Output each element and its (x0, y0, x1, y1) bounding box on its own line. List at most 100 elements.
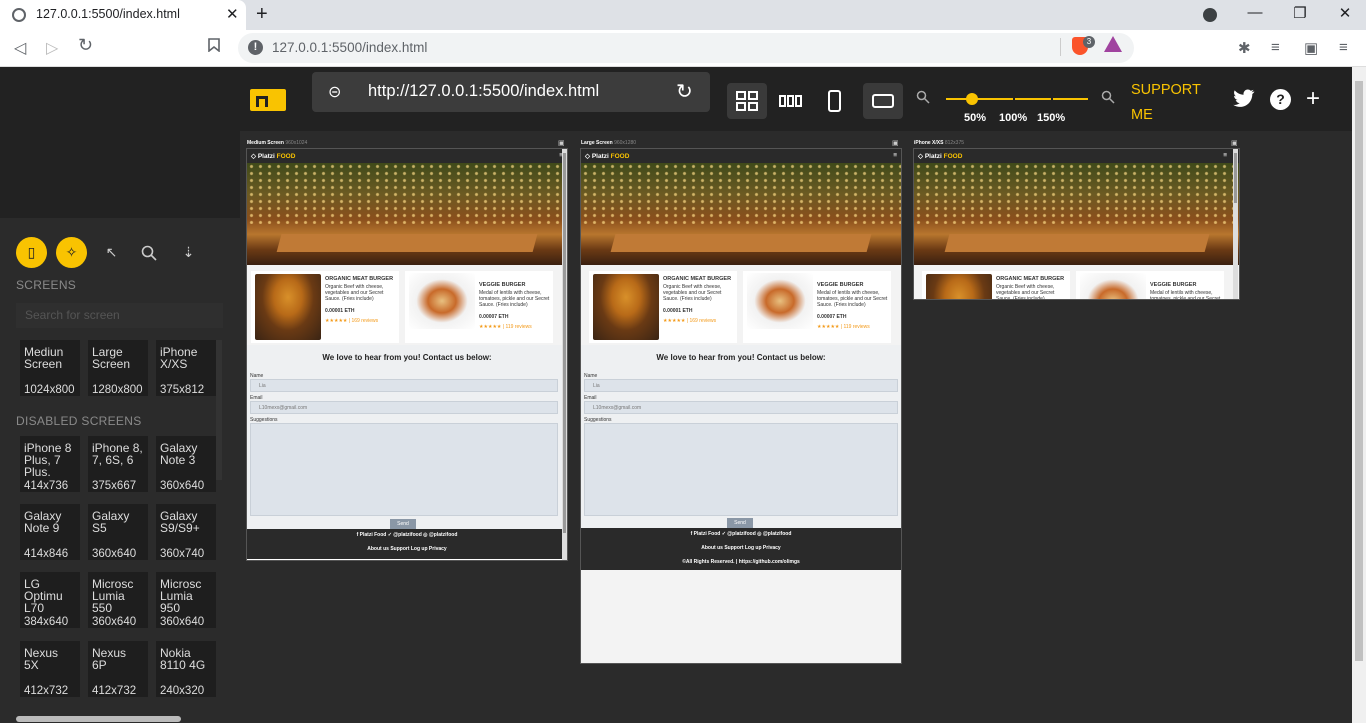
cursor-tool-icon[interactable]: ↖ (96, 237, 127, 268)
browser-tab[interactable]: 127.0.0.1:5500/index.html ✕ (0, 0, 246, 30)
screen-search-input[interactable]: Search for screen (16, 303, 223, 328)
bookmark-icon[interactable] (208, 38, 220, 55)
screen-dim: 375x812 (160, 384, 205, 396)
sidebar-top (0, 131, 240, 218)
device-frame-large[interactable]: ◇ Platzi FOOD ≡ ORGANIC MEAT BURGER Organi… (580, 148, 902, 664)
product-card[interactable]: ORGANIC MEAT BURGER Organic Beef with che… (251, 271, 399, 343)
disabled-screen-card[interactable]: iPhone 8, 7, 6S, 6 375x667 (88, 436, 148, 492)
screen-list-scrollbar[interactable] (216, 340, 222, 480)
disabled-screen-card[interactable]: Microsc Lumia 550 360x640 (88, 572, 148, 628)
browser-menu-icon[interactable]: ≡ (1339, 39, 1348, 56)
info-icon[interactable]: ! (248, 40, 263, 55)
product-card[interactable]: VEGGIE BURGER Medal of lentils with chees… (743, 271, 891, 343)
back-button[interactable]: ◁ (14, 38, 26, 58)
address-text[interactable]: 127.0.0.1:5500/index.html (272, 40, 427, 55)
restore-button[interactable]: ❐ (1285, 4, 1315, 22)
disabled-screen-card[interactable]: Galaxy S5 360x640 (88, 504, 148, 560)
sidebar-h-scroll-thumb[interactable] (16, 716, 181, 722)
zoom-slider-handle[interactable] (965, 93, 978, 105)
url-bar[interactable]: ⊝ http://127.0.0.1:5500/index.html ↻ (312, 72, 710, 112)
frame-scroll-thumb[interactable] (1234, 153, 1237, 203)
portrait-button[interactable] (815, 83, 855, 119)
disabled-screen-card[interactable]: Nokia 8110 4G 240x320 (156, 641, 216, 697)
help-icon[interactable]: ? (1270, 89, 1291, 110)
screenshot-icon[interactable]: ▣ (1231, 139, 1238, 147)
download-tool-icon[interactable]: ⇣ (173, 237, 204, 268)
page-scrollbar[interactable] (1352, 67, 1366, 723)
product-list: ORGANIC MEAT BURGER Organic Beef with che… (581, 265, 901, 345)
footer-links[interactable]: About us Support Log up Privacy (247, 546, 567, 552)
social-links[interactable]: f Platzi Food ✓ @platzifood ◎ @platzifoo… (581, 531, 901, 537)
address-bar[interactable]: ! 127.0.0.1:5500/index.html (238, 33, 1134, 63)
tab-close-icon[interactable]: ✕ (226, 5, 239, 23)
click-sync-tool-icon[interactable]: ✧ (56, 237, 87, 268)
twitter-icon[interactable] (1233, 89, 1255, 112)
forward-button[interactable]: ▷ (46, 38, 58, 58)
landscape-button[interactable] (863, 83, 903, 119)
screenshot-icon[interactable]: ▣ (558, 139, 565, 147)
disabled-screen-card[interactable]: Galaxy S9/S9+ 360x740 (156, 504, 216, 560)
search-tool-icon[interactable] (133, 237, 164, 268)
product-list: ORGANIC MEAT BURGER Organic Beef with che… (914, 265, 1239, 299)
product-image (747, 273, 813, 329)
email-field[interactable]: L10mexx@gmail.com (584, 401, 898, 414)
reload-button[interactable]: ↻ (78, 35, 93, 56)
social-links[interactable]: f Platzi Food ✓ @platzifood ◎ @platzifoo… (247, 532, 567, 538)
footer-links[interactable]: About us Support Log up Privacy (581, 545, 901, 551)
disabled-screen-card[interactable]: Galaxy Note 3 360x640 (156, 436, 216, 492)
suggestions-textarea[interactable] (584, 423, 898, 516)
row-layout-button[interactable] (771, 83, 811, 119)
media-icon[interactable]: ≡ (1271, 39, 1280, 56)
screen-card[interactable]: Large Screen 1280x800 (88, 340, 148, 396)
product-card[interactable]: ORGANIC MEAT BURGER Organic Beef with che… (922, 271, 1070, 299)
new-tab-button[interactable]: + (256, 3, 268, 26)
product-price: 0.00007 ETH (479, 314, 509, 320)
site-menu-icon[interactable]: ≡ (1223, 152, 1227, 159)
email-field[interactable]: L10mexx@gmail.com (250, 401, 558, 414)
frame-label: Large Screen 960x1280 (581, 140, 637, 146)
contact-form: We love to hear from you! Contact us bel… (581, 345, 901, 529)
screen-card[interactable]: iPhone X/XS 375x812 (156, 340, 216, 396)
screenshot-icon[interactable]: ▣ (892, 139, 899, 147)
zoom-out-icon[interactable] (916, 90, 930, 107)
screen-dim: 360x640 (92, 616, 137, 628)
app-logo[interactable] (250, 89, 286, 111)
profile-icon[interactable] (1203, 8, 1217, 22)
add-screen-button[interactable]: + (1306, 85, 1320, 113)
product-card[interactable]: ORGANIC MEAT BURGER Organic Beef with che… (589, 271, 737, 343)
name-field[interactable]: Lia (250, 379, 558, 392)
contact-form: We love to hear from you! Contact us bel… (247, 345, 567, 530)
close-window-button[interactable]: ✕ (1330, 4, 1360, 22)
device-frame-medium[interactable]: ◇ Platzi FOOD≡ ORGANIC MEAT BURGER Organi… (246, 148, 568, 561)
url-input[interactable]: http://127.0.0.1:5500/index.html (368, 82, 599, 101)
product-price: 0.00007 ETH (817, 314, 847, 320)
site-menu-icon[interactable]: ≡ (893, 152, 897, 159)
brave-rewards-icon[interactable] (1104, 36, 1122, 52)
disabled-screen-card[interactable]: Nexus 5X 412x732 (20, 641, 80, 697)
device-tool-icon[interactable]: ▯ (16, 237, 47, 268)
disabled-screen-card[interactable]: iPhone 8 Plus, 7 Plus, 414x736 (20, 436, 80, 492)
product-card[interactable]: VEGGIE BURGER Medal of lentils with chees… (405, 271, 553, 343)
screen-name: iPhone 8, 7, 6S, 6 (92, 442, 143, 467)
name-field[interactable]: Lia (584, 379, 898, 392)
grid-layout-button[interactable] (727, 83, 767, 119)
product-name: ORGANIC MEAT BURGER (325, 276, 394, 282)
suggestions-textarea[interactable] (250, 423, 558, 516)
disabled-screen-card[interactable]: Galaxy Note 9 414x846 (20, 504, 80, 560)
refresh-icon[interactable]: ↻ (676, 79, 693, 104)
frame-scroll-thumb[interactable] (563, 153, 566, 533)
support-me-link[interactable]: SUPPORT ME (1131, 78, 1211, 128)
minimize-button[interactable]: — (1240, 4, 1270, 21)
wallet-icon[interactable]: ▣ (1304, 39, 1318, 57)
screen-card[interactable]: Mediun Screen 1024x800 (20, 340, 80, 396)
screen-name: LG Optimu L70 (24, 578, 63, 612)
disabled-screen-card[interactable]: Nexus 6P 412x732 (88, 641, 148, 697)
page-scroll-thumb[interactable] (1355, 81, 1363, 661)
browser-toolbar: ◁ ▷ ↻ ! 127.0.0.1:5500/index.html 3 ✱ ≡ … (0, 30, 1366, 67)
disabled-screen-card[interactable]: Microsc Lumia 950 360x640 (156, 572, 216, 628)
zoom-in-icon[interactable] (1101, 90, 1115, 107)
extensions-icon[interactable]: ✱ (1238, 39, 1251, 57)
disabled-screen-card[interactable]: LG Optimu L70 384x640 (20, 572, 80, 628)
device-frame-iphone[interactable]: ◇ Platzi FOOD ≡ ORGANIC MEAT BURGER Organi… (913, 148, 1240, 300)
product-card[interactable]: VEGGIE BURGER Medal of lentils with chees… (1076, 271, 1224, 299)
